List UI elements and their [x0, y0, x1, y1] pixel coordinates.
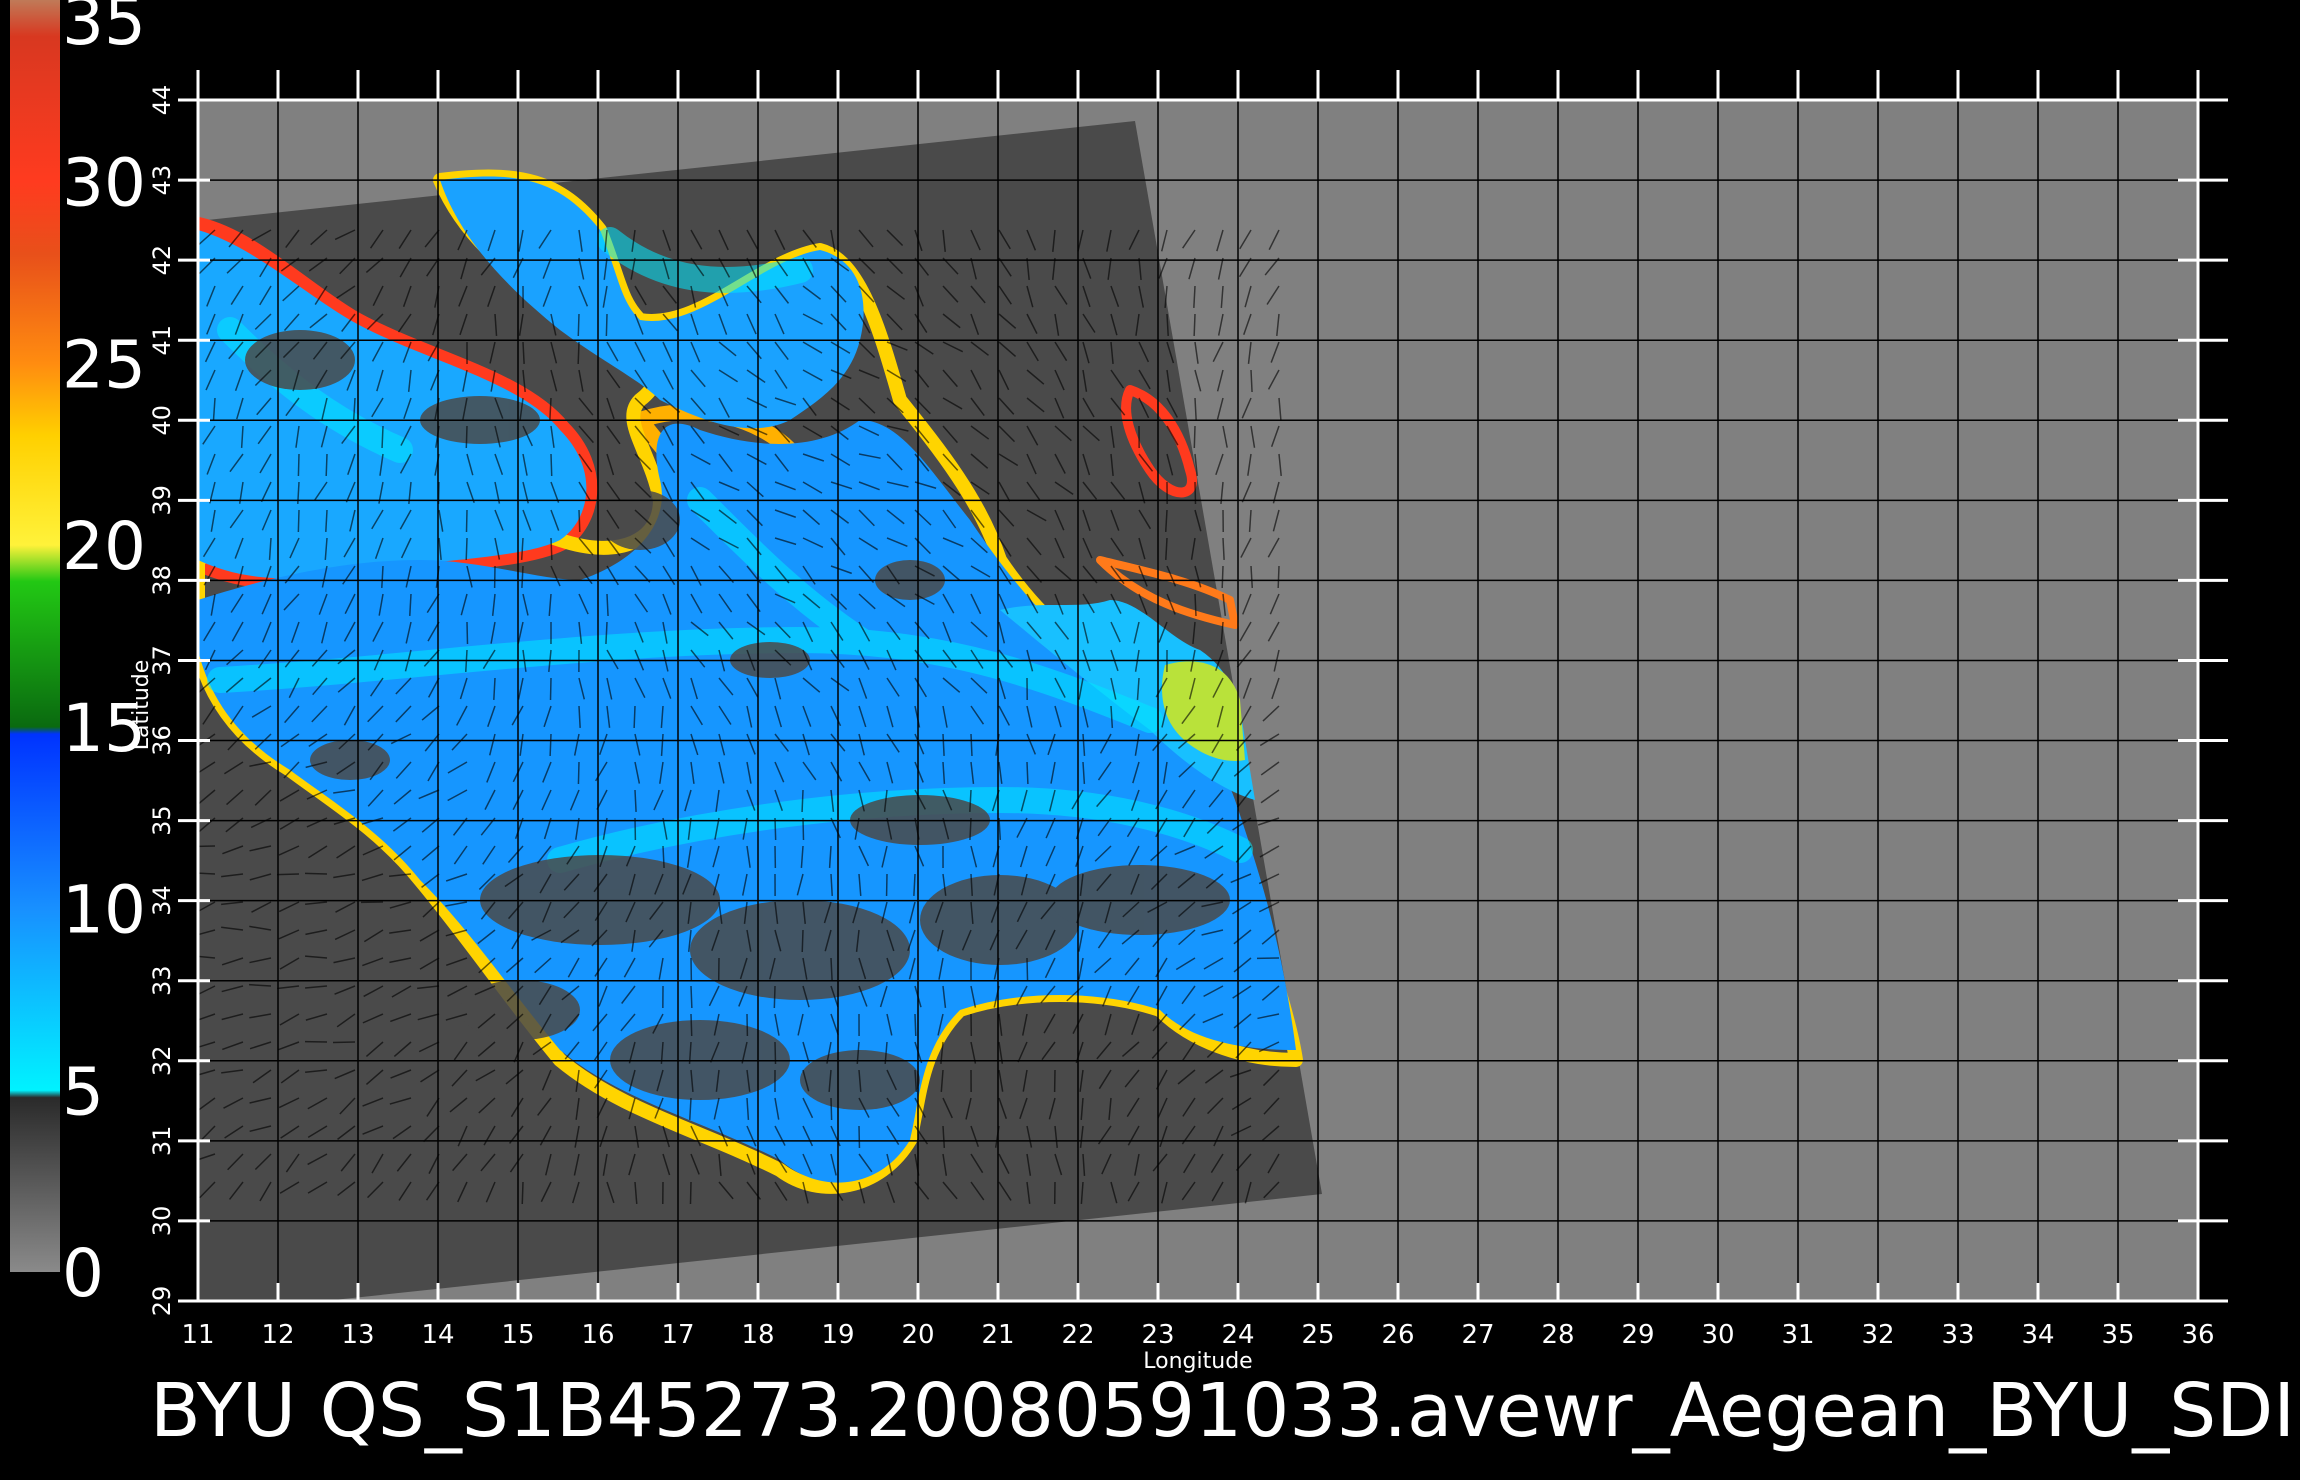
latitude-tick-label: 43 [148, 165, 176, 196]
latitude-tick-label: 34 [148, 885, 176, 916]
latitude-tick-label: 38 [148, 565, 176, 596]
wind-vector [1193, 425, 1196, 449]
wind-vector [304, 872, 328, 875]
wind-vector [577, 341, 580, 365]
longitude-tick-label: 18 [741, 1320, 774, 1350]
wind-vector [662, 845, 665, 869]
latitude-tick-label: 30 [148, 1206, 176, 1237]
longitude-tick-label: 19 [821, 1320, 854, 1350]
latitude-tick-label: 39 [148, 485, 176, 516]
wind-vector [773, 985, 776, 1009]
wind-vector [325, 453, 328, 477]
latitude-tick-label: 32 [148, 1046, 176, 1077]
longitude-tick-label: 20 [901, 1320, 934, 1350]
latitude-tick-label: 42 [148, 245, 176, 276]
longitude-tick-label: 22 [1061, 1320, 1094, 1350]
longitude-tick-label: 11 [181, 1320, 214, 1350]
wind-vector [465, 425, 468, 449]
scatterometer-wind-map: 35 30 25 20 15 10 5 0 11 12 13 14 15 16 17 18 1… [10, 0, 2295, 1454]
colorbar-label: 25 [62, 326, 146, 403]
colorbar-label: 10 [62, 872, 146, 949]
wind-vector [1250, 369, 1253, 393]
wind-vector [801, 929, 804, 953]
longitude-tick-label: 15 [501, 1320, 534, 1350]
wind-vector [297, 453, 300, 477]
wind-vector [606, 593, 609, 617]
wind-vector [605, 621, 608, 645]
longitude-tick-label: 26 [1381, 1320, 1414, 1350]
latitude-tick-label: 41 [148, 325, 176, 356]
latitude-tick-label: 31 [148, 1126, 176, 1157]
longitude-tick-label: 27 [1461, 1320, 1494, 1350]
colorbar-label: 5 [62, 1053, 104, 1130]
wind-vector [1193, 313, 1196, 337]
longitude-tick-label: 16 [581, 1320, 614, 1350]
latitude-tick-label: 33 [148, 965, 176, 996]
wind-vector [1194, 593, 1197, 617]
longitude-tick-label: 32 [1861, 1320, 1894, 1350]
colorbar-label: 0 [62, 1235, 104, 1312]
colorbar-label: 30 [62, 145, 146, 222]
wind-vector [1026, 957, 1029, 981]
wind-vector [465, 537, 468, 561]
latitude-tick-label: 40 [148, 405, 176, 436]
wind-vector [914, 1013, 917, 1037]
wind-vector [830, 957, 833, 981]
wind-vector [1026, 761, 1029, 785]
wind-vector [633, 705, 636, 729]
longitude-tick-label: 23 [1141, 1320, 1174, 1350]
longitude-tick-label: 34 [2021, 1320, 2054, 1350]
product-caption: BYU QS_S1B45273.20080591033.avewr_Aegean… [150, 1368, 2295, 1454]
wind-vector [1277, 565, 1280, 589]
colorbar: 35302520151050 [10, 0, 146, 1312]
y-axis-label: Latitude [129, 660, 154, 751]
wind-vector [1221, 565, 1224, 589]
wind-vector [830, 1097, 833, 1121]
colorbar-ramp [10, 0, 60, 1272]
wind-vector [578, 509, 581, 533]
longitude-tick-label: 28 [1541, 1320, 1574, 1350]
longitude-tick-labels: 11 12 13 14 15 16 17 18 19 20 21 22 23 24 25 26 27 28 29 30… [181, 1320, 2214, 1350]
wind-vector [549, 733, 552, 757]
longitude-tick-label: 17 [661, 1320, 694, 1350]
wind-vector [605, 313, 608, 337]
wind-vector [550, 453, 553, 477]
longitude-tick-label: 31 [1781, 1320, 1814, 1350]
wind-vector [689, 1181, 692, 1205]
latitude-tick-label: 35 [148, 805, 176, 836]
latitude-tick-label: 29 [148, 1286, 176, 1317]
longitude-tick-label: 12 [261, 1320, 294, 1350]
wind-vector [550, 537, 553, 561]
wind-vector [577, 761, 580, 785]
wind-vector [970, 733, 973, 757]
wind-vector [690, 985, 693, 1009]
wind-vector [690, 1013, 693, 1037]
longitude-tick-label: 13 [341, 1320, 374, 1350]
longitude-tick-label: 29 [1621, 1320, 1654, 1350]
longitude-tick-label: 33 [1941, 1320, 1974, 1350]
wind-vector [577, 313, 580, 337]
colorbar-label: 35 [62, 0, 146, 60]
longitude-tick-label: 36 [2181, 1320, 2214, 1350]
longitude-tick-label: 14 [421, 1320, 454, 1350]
longitude-tick-label: 24 [1221, 1320, 1254, 1350]
longitude-tick-label: 30 [1701, 1320, 1734, 1350]
latitude-tick-label: 44 [148, 85, 176, 116]
map-plot: 11 12 13 14 15 16 17 18 19 20 21 22 23 24 25 26 27 28 29 30… [129, 70, 2228, 1374]
wind-vector [276, 873, 300, 876]
colorbar-label: 20 [62, 508, 146, 585]
wind-vector [381, 425, 384, 449]
colorbar-labels: 35302520151050 [62, 0, 146, 1312]
wind-vector [297, 509, 300, 533]
wind-vector [521, 1181, 524, 1205]
longitude-tick-label: 35 [2101, 1320, 2134, 1350]
longitude-tick-label: 21 [981, 1320, 1014, 1350]
longitude-tick-label: 25 [1301, 1320, 1334, 1350]
wind-vector [801, 789, 804, 813]
